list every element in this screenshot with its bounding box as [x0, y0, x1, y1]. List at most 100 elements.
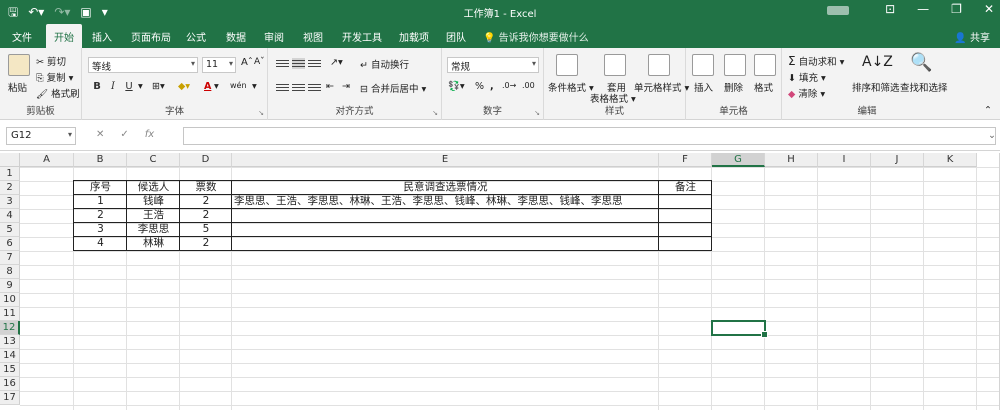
grow-font-icon[interactable]: Aˆ: [241, 57, 253, 68]
table-cell[interactable]: 3: [74, 223, 127, 237]
conditional-format-icon[interactable]: [556, 54, 578, 76]
table-cell[interactable]: 2: [180, 237, 232, 251]
insert-function-icon[interactable]: fx: [145, 129, 154, 140]
insert-cells-icon[interactable]: [692, 54, 714, 76]
column-header-k[interactable]: K: [924, 153, 977, 167]
phonetic-dropdown-icon[interactable]: ▾: [252, 81, 257, 92]
row-header-2[interactable]: 2: [0, 181, 20, 195]
column-header-h[interactable]: H: [765, 153, 818, 167]
table-cell[interactable]: [232, 237, 659, 251]
underline-button[interactable]: U: [122, 81, 136, 93]
column-header-c[interactable]: C: [127, 153, 180, 167]
row-header-15[interactable]: 15: [0, 363, 20, 377]
table-cell[interactable]: [232, 223, 659, 237]
name-box[interactable]: G12: [6, 127, 76, 145]
find-select-icon[interactable]: 🔍: [910, 52, 932, 73]
row-header-4[interactable]: 4: [0, 209, 20, 223]
autosum-button[interactable]: Σ 自动求和 ▾: [788, 54, 844, 68]
cell-styles-button[interactable]: 单元格样式 ▾: [634, 80, 689, 94]
row-header-14[interactable]: 14: [0, 349, 20, 363]
paste-button[interactable]: 粘贴: [8, 80, 27, 94]
row-header-1[interactable]: 1: [0, 167, 20, 181]
cell-styles-icon[interactable]: [648, 54, 670, 76]
formula-input[interactable]: [183, 127, 996, 145]
table-header-cell[interactable]: 候选人: [127, 181, 180, 195]
user-account-blurred[interactable]: [827, 6, 850, 15]
percent-button[interactable]: %: [475, 81, 484, 92]
tell-me-search[interactable]: 💡 告诉我你想要做什么: [483, 29, 589, 44]
phonetic-button[interactable]: wén: [230, 81, 247, 90]
restore-icon[interactable]: ❐: [951, 2, 962, 16]
tab-addins[interactable]: 加载项: [399, 29, 429, 44]
font-color-button[interactable]: A: [204, 81, 211, 92]
paste-icon[interactable]: [8, 54, 30, 76]
underline-dropdown-icon[interactable]: ▾: [138, 81, 143, 92]
active-cell-selection[interactable]: [711, 320, 768, 338]
tab-team[interactable]: 团队: [446, 29, 466, 44]
table-cell[interactable]: 林琳: [127, 237, 180, 251]
row-header-3[interactable]: 3: [0, 195, 20, 209]
row-header-16[interactable]: 16: [0, 377, 20, 391]
fill-color-icon[interactable]: ◆▾: [178, 81, 190, 92]
table-cell[interactable]: 王浩: [127, 209, 180, 223]
column-header-i[interactable]: I: [818, 153, 871, 167]
decrease-decimal-icon[interactable]: .00: [522, 81, 535, 90]
bottom-align-icon[interactable]: [308, 58, 321, 69]
delete-cells-icon[interactable]: [724, 54, 746, 76]
tab-review[interactable]: 审阅: [264, 29, 284, 44]
tab-file[interactable]: 文件: [12, 29, 32, 44]
column-header-d[interactable]: D: [180, 153, 232, 167]
cut-button[interactable]: ✂ 剪切: [36, 54, 66, 68]
tab-home[interactable]: 开始: [46, 24, 82, 48]
row-header-11[interactable]: 11: [0, 307, 20, 321]
merge-center-button[interactable]: ⊟ 合并后居中 ▾: [360, 81, 426, 95]
row-header-13[interactable]: 13: [0, 335, 20, 349]
number-dialog-launcher-icon[interactable]: ↘: [534, 109, 540, 117]
align-right-icon[interactable]: [308, 82, 321, 93]
row-header-7[interactable]: 7: [0, 251, 20, 265]
table-cell[interactable]: [659, 209, 712, 223]
table-header-cell[interactable]: 序号: [74, 181, 127, 195]
table-cell[interactable]: 2: [180, 195, 232, 209]
row-header-8[interactable]: 8: [0, 265, 20, 279]
table-header-cell[interactable]: 备注: [659, 181, 712, 195]
column-header-g[interactable]: G: [712, 153, 765, 167]
font-dialog-launcher-icon[interactable]: ↘: [258, 109, 264, 117]
table-header-cell[interactable]: 民意调查选票情况: [232, 181, 659, 195]
font-size-select[interactable]: 11: [202, 57, 236, 73]
orientation-icon[interactable]: ↗▾: [330, 57, 343, 68]
column-header-a[interactable]: A: [20, 153, 74, 167]
sort-filter-button[interactable]: 排序和筛选: [852, 80, 900, 94]
italic-button[interactable]: I: [106, 81, 120, 93]
table-cell[interactable]: 李思思、王浩、李思思、林琳、王浩、李思思、钱峰、林琳、李思思、钱峰、李思思: [232, 195, 659, 209]
row-header-6[interactable]: 6: [0, 237, 20, 251]
format-as-table-icon[interactable]: [604, 54, 626, 76]
bold-button[interactable]: B: [90, 81, 104, 93]
column-header-j[interactable]: J: [871, 153, 924, 167]
row-header-5[interactable]: 5: [0, 223, 20, 237]
conditional-format-button[interactable]: 条件格式 ▾: [548, 80, 594, 94]
column-header-e[interactable]: E: [232, 153, 659, 167]
select-all-corner[interactable]: [0, 153, 20, 167]
enter-icon[interactable]: ✓: [120, 129, 128, 140]
minimize-icon[interactable]: —: [917, 2, 929, 16]
increase-decimal-icon[interactable]: .0→: [502, 81, 516, 90]
table-cell[interactable]: 1: [74, 195, 127, 209]
table-cell[interactable]: 5: [180, 223, 232, 237]
tab-insert[interactable]: 插入: [92, 29, 112, 44]
table-cell[interactable]: 4: [74, 237, 127, 251]
tab-view[interactable]: 视图: [303, 29, 323, 44]
table-cell[interactable]: [659, 195, 712, 209]
decrease-indent-icon[interactable]: ⇤: [326, 81, 334, 92]
table-cell[interactable]: 李思思: [127, 223, 180, 237]
table-cell[interactable]: 钱峰: [127, 195, 180, 209]
cancel-icon[interactable]: ✕: [96, 129, 104, 140]
table-cell[interactable]: 2: [74, 209, 127, 223]
tab-formulas[interactable]: 公式: [186, 29, 206, 44]
ribbon-display-icon[interactable]: ⊡: [885, 2, 895, 16]
tab-data[interactable]: 数据: [226, 29, 246, 44]
copy-button[interactable]: ⎘ 复制 ▾: [36, 70, 73, 84]
font-name-select[interactable]: 等线: [88, 57, 198, 73]
tab-developer[interactable]: 开发工具: [342, 29, 382, 44]
insert-cells-button[interactable]: 插入: [694, 80, 713, 94]
